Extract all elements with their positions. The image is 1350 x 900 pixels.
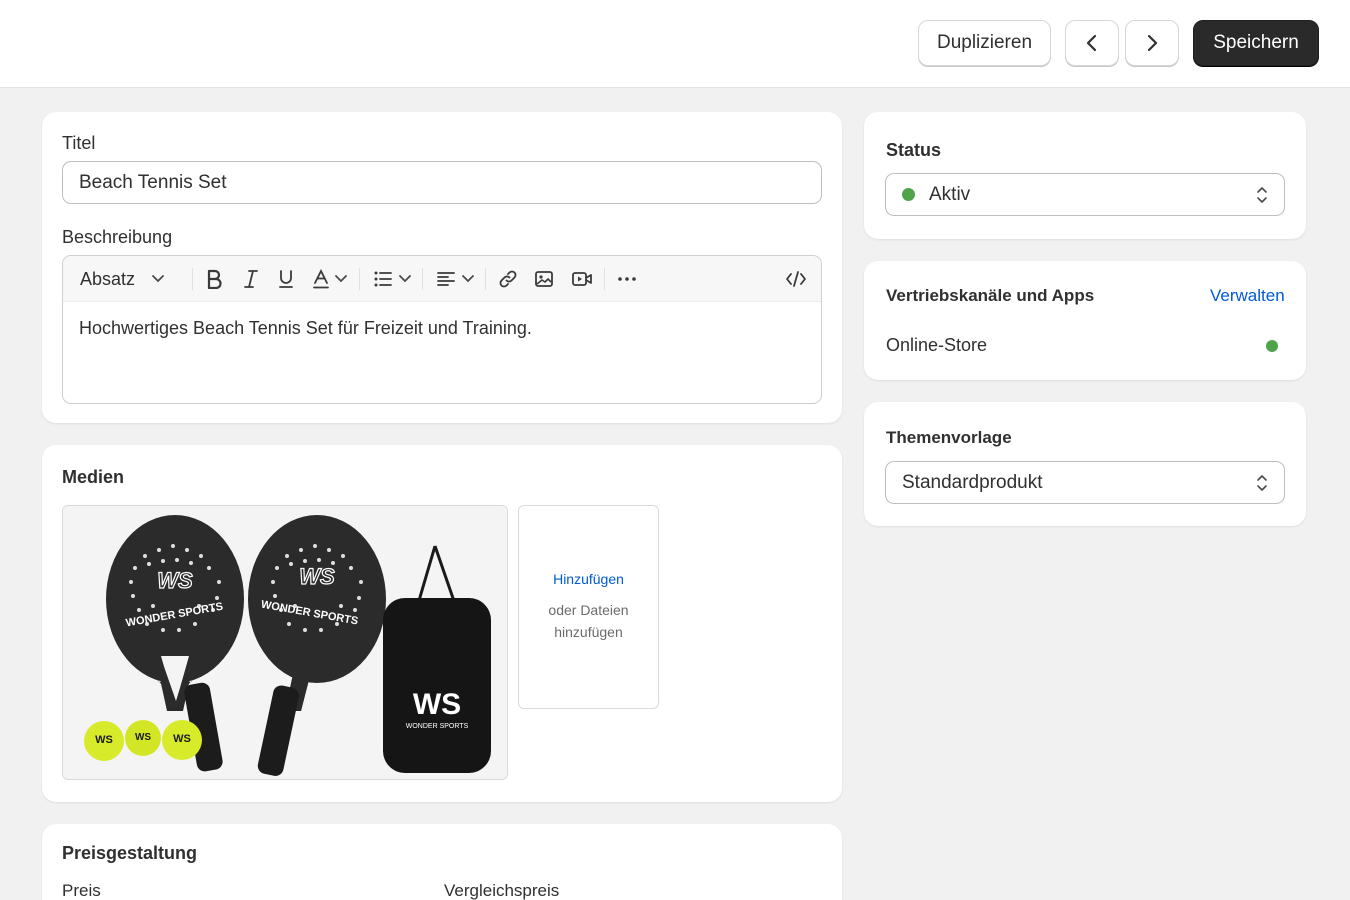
title-label: Titel <box>62 133 96 153</box>
text-color-icon <box>313 269 329 289</box>
theme-template-heading: Themenvorlage <box>886 428 1012 447</box>
next-button[interactable] <box>1125 20 1179 66</box>
chevron-left-icon <box>1086 34 1097 52</box>
align-dropdown[interactable] <box>436 256 475 302</box>
media-heading: Medien <box>62 467 125 487</box>
html-code-button[interactable] <box>785 256 807 302</box>
compare-price-label: Vergleichspreis <box>444 881 560 900</box>
ball-logo: WS <box>95 734 113 746</box>
toolbar-divider <box>604 268 605 290</box>
duplicate-button[interactable]: Duplizieren <box>918 20 1051 66</box>
price-label: Preis <box>62 881 101 900</box>
top-bar: Duplizieren Speichern <box>0 0 1350 88</box>
editor-toolbar: Absatz <box>63 256 821 302</box>
sales-channels-heading: Vertriebskanäle und Apps <box>886 286 1095 305</box>
image-icon <box>535 271 553 287</box>
theme-template-card: Themenvorlage Standardprodukt <box>864 402 1306 526</box>
italic-icon <box>244 270 258 288</box>
add-media-hint: oder Dateien hinzufügen <box>548 602 629 640</box>
toolbar-divider <box>485 268 486 290</box>
theme-template-value: Standardprodukt <box>902 471 1043 493</box>
chevron-down-icon <box>462 275 474 283</box>
insert-image-button[interactable] <box>534 256 554 302</box>
toolbar-divider <box>359 268 360 290</box>
more-options-button[interactable] <box>617 256 637 302</box>
product-image[interactable]: WS WONDER SPORTS WS WONDER SPORTS WS WON… <box>62 505 508 780</box>
chevron-down-icon <box>152 275 164 283</box>
product-photo: WS WONDER SPORTS WS WONDER SPORTS WS WON… <box>63 506 507 779</box>
link-icon <box>499 270 517 288</box>
manage-channels-link[interactable]: Verwalten <box>1210 286 1285 306</box>
channel-item-online-store: Online-Store <box>886 335 988 355</box>
status-select[interactable]: Aktiv <box>885 173 1285 216</box>
status-card: Status Aktiv <box>864 112 1306 239</box>
video-icon <box>572 272 592 286</box>
sales-channels-card: Vertriebskanäle und Apps Verwalten Onlin… <box>864 261 1306 380</box>
chevron-right-icon <box>1147 34 1158 52</box>
chevron-down-icon <box>399 275 411 283</box>
status-value: Aktiv <box>929 183 971 205</box>
pricing-heading: Preisgestaltung <box>62 843 198 863</box>
select-arrows-icon <box>1257 187 1267 203</box>
chevron-down-icon <box>335 275 347 283</box>
paragraph-style-dropdown[interactable]: Absatz <box>80 256 165 302</box>
description-editor: Absatz Hochwertiges Beach Tennis Set für… <box>62 255 822 404</box>
title-input[interactable]: Beach Tennis Set <box>62 161 822 204</box>
toolbar-divider <box>192 268 193 290</box>
bag-logo: WS <box>413 688 461 721</box>
text-color-dropdown[interactable] <box>312 256 348 302</box>
bold-button[interactable] <box>206 256 222 302</box>
toolbar-divider <box>422 268 423 290</box>
racket-logo: WS <box>299 564 335 589</box>
previous-button[interactable] <box>1065 20 1119 66</box>
status-dot <box>902 188 915 201</box>
status-heading: Status <box>886 140 942 160</box>
bag-brand: WONDER SPORTS <box>406 723 469 730</box>
save-button[interactable]: Speichern <box>1193 20 1319 66</box>
pricing-card: Preisgestaltung Preis Vergleichspreis <box>42 824 842 900</box>
code-icon <box>786 271 806 287</box>
description-label: Beschreibung <box>62 227 173 247</box>
channel-status-dot <box>1266 340 1278 352</box>
media-dropzone[interactable]: Hinzufügen oder Dateien hinzufügen <box>518 505 659 709</box>
description-text[interactable]: Hochwertiges Beach Tennis Set für Freize… <box>79 318 532 339</box>
product-details-card: Titel Beach Tennis Set Beschreibung Absa… <box>42 112 842 423</box>
racket-logo: WS <box>157 568 193 593</box>
more-icon <box>618 277 636 281</box>
underline-button[interactable] <box>277 256 295 302</box>
align-icon <box>437 272 455 286</box>
tennis-balls: WS WS WS <box>84 720 202 761</box>
link-button[interactable] <box>498 256 518 302</box>
bold-icon <box>207 269 222 289</box>
list-dropdown[interactable] <box>373 256 412 302</box>
ball-logo: WS <box>173 733 191 745</box>
media-card: Medien WS WONDER SPORTS WS WONDER SPORTS… <box>42 445 842 802</box>
list-icon <box>374 271 392 287</box>
underline-icon <box>279 270 293 288</box>
theme-template-select[interactable]: Standardprodukt <box>885 461 1285 504</box>
select-arrows-icon <box>1257 475 1267 491</box>
add-media-link[interactable]: Hinzufügen <box>553 571 624 587</box>
insert-video-button[interactable] <box>571 256 593 302</box>
ball-logo: WS <box>135 732 151 743</box>
paragraph-style-label: Absatz <box>80 268 136 289</box>
italic-button[interactable] <box>243 256 259 302</box>
